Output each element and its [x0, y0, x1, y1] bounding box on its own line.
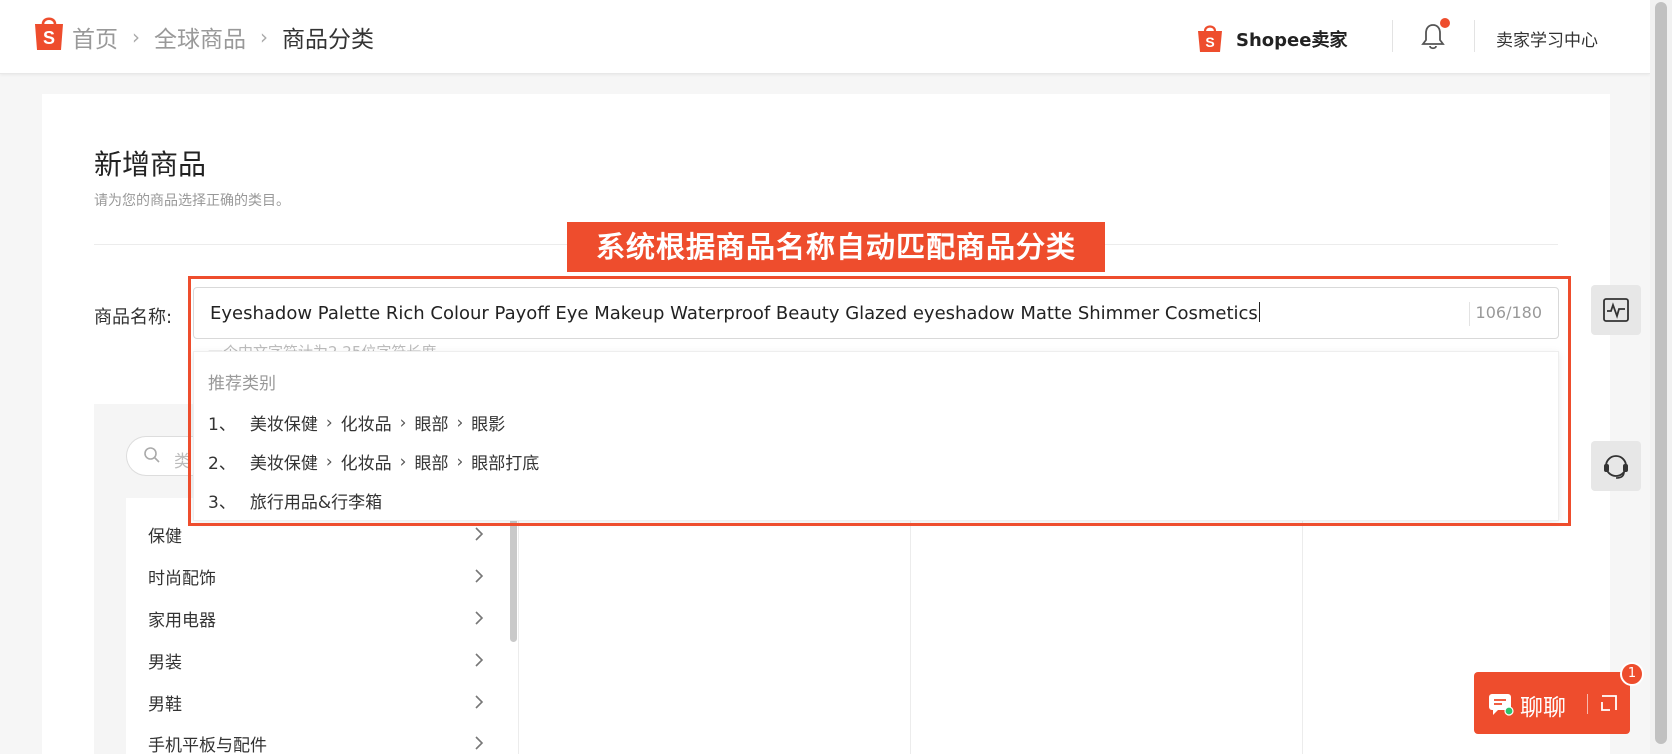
chevron-right-icon — [475, 569, 484, 583]
chevron-right-icon — [475, 736, 484, 750]
header-divider — [1392, 20, 1393, 52]
expand-window-icon[interactable] — [1600, 694, 1618, 712]
customer-service-float-button[interactable] — [1591, 441, 1641, 491]
breadcrumb-home[interactable]: 首页 — [72, 20, 118, 54]
category-item[interactable]: 男装 — [148, 648, 182, 673]
chevron-right-icon: › — [260, 25, 268, 49]
svg-text:S: S — [1205, 34, 1214, 50]
breadcrumb-category: 商品分类 — [282, 27, 374, 53]
annotation-highlight-frame — [188, 276, 1571, 526]
chevron-right-icon — [475, 695, 484, 709]
pulse-chart-icon — [1603, 298, 1629, 322]
breadcrumb-global-products[interactable]: 全球商品 — [154, 20, 246, 54]
chevron-right-icon — [475, 611, 484, 625]
category-item[interactable]: 保健 — [148, 522, 182, 547]
performance-float-button[interactable] — [1591, 285, 1641, 335]
chevron-right-icon — [475, 653, 484, 667]
product-name-label: 商品名称: — [94, 307, 173, 328]
chat-button[interactable]: 聊聊 — [1474, 672, 1630, 734]
chat-bubble-icon — [1489, 694, 1514, 716]
svg-text:S: S — [43, 28, 55, 48]
header-divider — [1474, 20, 1475, 52]
page-title: 新增商品 — [94, 148, 207, 181]
headset-icon — [1604, 455, 1628, 479]
category-item[interactable]: 时尚配饰 — [148, 564, 216, 589]
chevron-right-icon: › — [132, 25, 140, 49]
category-column-level2 — [518, 498, 910, 754]
category-item[interactable]: 男鞋 — [148, 690, 182, 715]
search-icon — [144, 447, 160, 463]
chat-label: 聊聊 — [1520, 695, 1566, 721]
category-scrollbar[interactable] — [510, 510, 517, 642]
page-subtitle: 请为您的商品选择正确的类目。 — [94, 193, 290, 209]
notification-dot — [1440, 18, 1450, 28]
breadcrumb: 首页 › 全球商品 › 商品分类 — [72, 20, 374, 54]
learning-center-link[interactable]: 卖家学习中心 — [1496, 26, 1598, 51]
chevron-right-icon — [475, 527, 484, 541]
category-column-level3 — [910, 498, 1302, 754]
annotation-banner: 系统根据商品名称自动匹配商品分类 — [567, 222, 1105, 272]
chat-unread-badge: 1 — [1620, 662, 1644, 686]
category-item[interactable]: 家用电器 — [148, 606, 216, 631]
shopee-logo[interactable]: S — [32, 14, 66, 52]
page-scrollbar-thumb[interactable] — [1655, 2, 1667, 744]
category-item[interactable]: 手机平板与配件 — [148, 731, 267, 754]
seller-center-link[interactable]: Shopee卖家 — [1236, 26, 1347, 52]
shopee-seller-logo-icon[interactable]: S — [1196, 22, 1224, 54]
chat-divider — [1587, 694, 1588, 714]
